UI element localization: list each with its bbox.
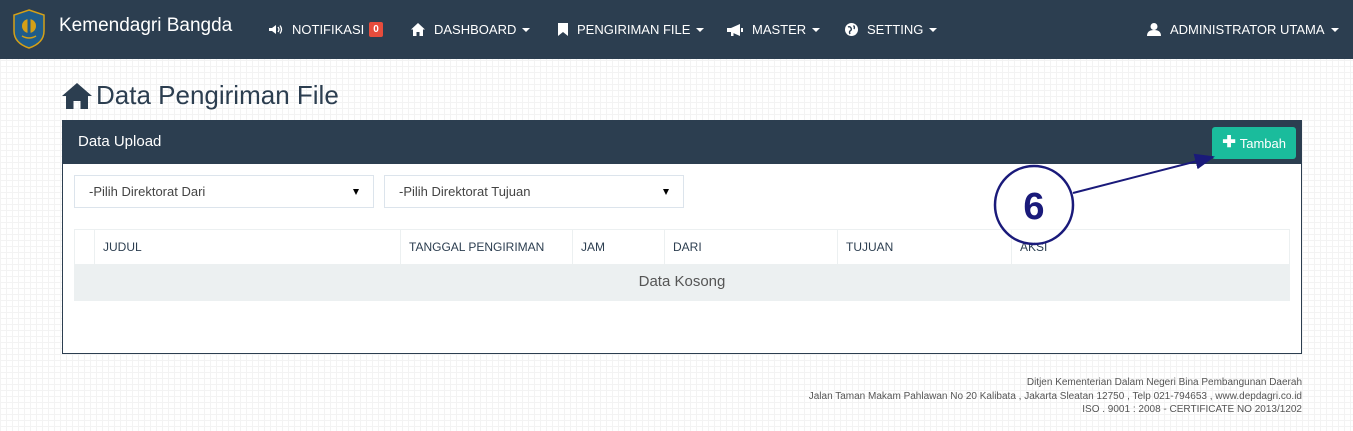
panel-heading: Data Upload ✚ Tambah — [63, 121, 1301, 164]
home-icon — [411, 23, 425, 36]
table-row: Data Kosong — [74, 263, 1290, 301]
page-footer: Ditjen Kementerian Dalam Negeri Bina Pem… — [809, 376, 1302, 417]
nav-setting-label: SETTING — [867, 22, 924, 37]
pengiriman-table: JUDUL TANGGAL PENGIRIMAN JAM DARI TUJUAN… — [74, 229, 1290, 301]
column-header-judul[interactable]: JUDUL — [94, 229, 401, 264]
tambah-button[interactable]: ✚ Tambah — [1212, 127, 1296, 159]
chevron-down-icon — [696, 27, 705, 32]
column-header-jam[interactable]: JAM — [572, 229, 665, 264]
footer-line-address: Jalan Taman Makam Pahlawan No 20 Kalibat… — [808, 390, 1302, 402]
nav-pengiriman-label: PENGIRIMAN FILE — [577, 22, 691, 37]
column-header-tanggal[interactable]: TANGGAL PENGIRIMAN — [400, 229, 573, 264]
chevron-down-icon — [522, 27, 531, 32]
nav-user-label: ADMINISTRATOR UTAMA — [1170, 22, 1325, 37]
nav-master[interactable]: MASTER — [727, 0, 821, 59]
direktorat-tujuan-value: -Pilih Direktorat Tujuan — [399, 184, 531, 199]
chevron-down-icon — [929, 27, 938, 32]
bullhorn-icon — [269, 25, 283, 34]
nav-user-menu[interactable]: ADMINISTRATOR UTAMA — [1147, 0, 1339, 59]
page-title: Data Pengiriman File — [62, 80, 339, 111]
kemendagri-logo[interactable] — [12, 9, 46, 49]
panel-title: Data Upload — [78, 133, 162, 150]
table-header-row: JUDUL TANGGAL PENGIRIMAN JAM DARI TUJUAN… — [74, 229, 1290, 264]
bookmark-icon — [558, 23, 568, 36]
nav-notifikasi-label: NOTIFIKASI — [292, 22, 365, 37]
nav-pengiriman-file[interactable]: PENGIRIMAN FILE — [558, 0, 705, 59]
page-title-text: Data Pengiriman File — [96, 80, 339, 110]
notification-count-badge: 0 — [369, 22, 383, 37]
brand-title[interactable]: Kemendagri Bangda — [59, 15, 232, 37]
plus-icon: ✚ — [1222, 134, 1236, 151]
tambah-button-label: Tambah — [1239, 135, 1286, 151]
empty-table-message: Data Kosong — [74, 263, 1290, 301]
dropdown-arrow-icon — [663, 188, 669, 195]
chevron-down-icon — [1330, 27, 1339, 32]
user-icon — [1147, 23, 1161, 36]
data-upload-panel: Data Upload ✚ Tambah -Pilih Direktorat D… — [62, 120, 1302, 354]
footer-line-org: Ditjen Kementerian Dalam Negeri Bina Pem… — [1026, 377, 1302, 388]
megaphone-icon — [727, 23, 743, 36]
dropdown-arrow-icon — [353, 188, 359, 195]
top-navbar: Kemendagri Bangda NOTIFIKASI 0 DASHBOARD… — [0, 0, 1353, 59]
column-header-aksi: AKSI — [1011, 229, 1290, 264]
home-icon — [62, 82, 92, 109]
nav-notifikasi[interactable]: NOTIFIKASI 0 — [268, 0, 383, 59]
chevron-down-icon — [812, 27, 821, 32]
nav-setting[interactable]: SETTING — [845, 0, 938, 59]
direktorat-dari-value: -Pilih Direktorat Dari — [89, 184, 206, 199]
nav-dashboard[interactable]: DASHBOARD — [411, 0, 531, 59]
nav-master-label: MASTER — [752, 22, 807, 37]
column-header-index — [74, 229, 95, 264]
column-header-tujuan[interactable]: TUJUAN — [837, 229, 1012, 264]
nav-dashboard-label: DASHBOARD — [434, 22, 517, 37]
direktorat-tujuan-select[interactable]: -Pilih Direktorat Tujuan — [384, 175, 684, 208]
direktorat-dari-select[interactable]: -Pilih Direktorat Dari — [74, 175, 374, 208]
column-header-dari[interactable]: DARI — [664, 229, 838, 264]
footer-line-iso: ISO . 9001 : 2008 - CERTIFICATE NO 2013/… — [1082, 404, 1302, 415]
globe-icon — [845, 23, 858, 36]
